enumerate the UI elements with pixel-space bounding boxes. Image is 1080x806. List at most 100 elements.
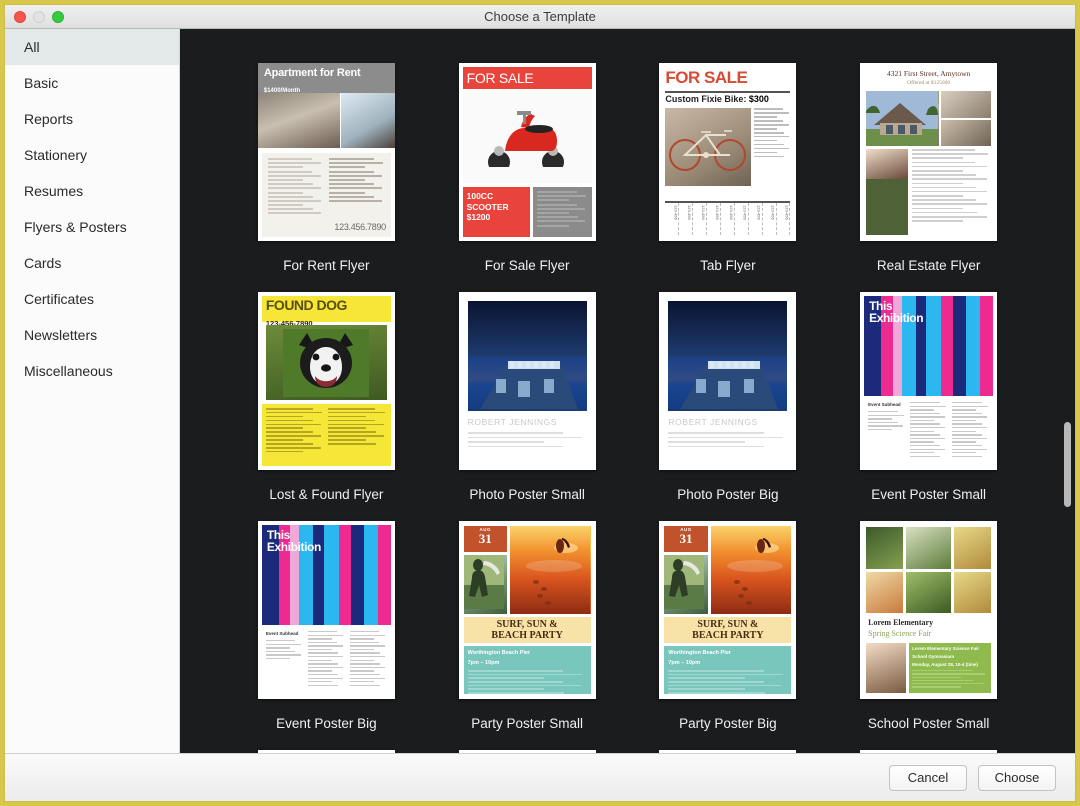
template-card[interactable]: FOR SALECustom Fixie Bike: $300123-45612… [628,63,829,292]
template-card[interactable]: ROBERT JENNINGSPhoto Poster Small [427,292,628,521]
template-card-partial[interactable] [628,750,829,753]
beach-sunset-photo [510,526,590,614]
science-photo [906,527,951,569]
science-photo [866,572,903,614]
tear-tab: 123-456 [721,203,735,235]
template-card[interactable]: ThisExhibition Event Subhead Event Poster … [828,292,1029,521]
template-headline: ThisExhibition [869,300,923,324]
template-thumbnail-partial[interactable] [459,750,596,753]
template-label: For Sale Flyer [485,258,570,273]
cancel-button[interactable]: Cancel [889,765,967,791]
sidebar-item-resumes[interactable]: Resumes [5,173,179,209]
sidebar-item-label: Resumes [24,183,83,199]
beach-photo [711,526,792,614]
template-thumbnail[interactable]: ThisExhibition Event Subhead [258,521,395,699]
sidebar-item-label: Newsletters [24,327,97,343]
science-photo [954,527,991,569]
template-card[interactable]: AUG31 SURF, SUN &BEACH PARTY Worthington B… [628,521,829,750]
body-text: Event Subhead [266,631,387,693]
bicycle-photo [665,108,751,186]
template-card[interactable]: FOUND DOG123-456-7890Lost & Found Flyer [226,292,427,521]
template-thumbnail[interactable]: FOR SALE 100CCSCOOTER$1200 [459,63,596,241]
template-thumbnail-partial[interactable] [258,750,395,753]
sidebar-item-label: Stationery [24,147,87,163]
template-thumbnail[interactable]: AUG31 SURF, SUN &BEACH PARTY Worthington B… [659,521,796,699]
dog-photo [283,329,369,397]
sidebar-item-reports[interactable]: Reports [5,101,179,137]
template-subhead: Event Subhead [868,402,905,407]
surfer-photo [464,555,507,614]
event-details: Worthington Beach Pier7pm – 10pm [464,646,591,694]
phone-number: 123.456.7890 [334,222,385,232]
sidebar-item-certificates[interactable]: Certificates [5,281,179,317]
sidebar-item-label: All [24,39,40,55]
science-photo [866,527,903,569]
body-text [262,404,391,466]
template-thumbnail[interactable]: Apartment for Rent$1400/Month 123.456.789… [258,63,395,241]
template-card[interactable]: ROBERT JENNINGSPhoto Poster Big [628,292,829,521]
template-thumbnail[interactable]: FOUND DOG123-456-7890 [258,292,395,470]
template-label: Real Estate Flyer [877,258,981,273]
sidebar-item-cards[interactable]: Cards [5,245,179,281]
template-card[interactable]: AUG31SURF, SUN &BEACH PARTYWorthington B… [427,521,628,750]
science-photo [954,572,991,614]
tear-tab: 123-456 [679,203,693,235]
template-thumbnail[interactable]: Lorem ElementarySpring Science FairLorem… [860,521,997,699]
template-label: Party Poster Small [471,716,583,731]
template-card[interactable]: Apartment for Rent$1400/Month 123.456.789… [226,63,427,292]
template-card[interactable]: Lorem ElementarySpring Science FairLorem… [828,521,1029,750]
template-gallery: Apartment for Rent$1400/Month 123.456.789… [180,29,1075,753]
template-headline: FOUND DOG123-456-7890 [262,296,391,322]
template-headline: SURF, SUN &BEACH PARTY [664,617,791,643]
template-card[interactable]: FOR SALE 100CCSCOOTER$1200 For Sale Flyer [427,63,628,292]
dialog-footer: Cancel Choose [5,753,1075,801]
template-thumbnail[interactable]: 4321 First Street, AmytownOffered at $12… [860,63,997,241]
template-card[interactable]: 4321 First Street, AmytownOffered at $12… [828,63,1029,292]
template-thumbnail[interactable]: ROBERT JENNINGS [659,292,796,470]
price-caption: 100CCSCOOTER$1200 [463,187,530,237]
sidebar-item-miscellaneous[interactable]: Miscellaneous [5,353,179,389]
sidebar-item-label: Basic [24,75,58,91]
template-thumbnail[interactable]: ThisExhibition Event Subhead [860,292,997,470]
gallery-scrollbar[interactable] [1064,37,1071,745]
sidebar-item-basic[interactable]: Basic [5,65,179,101]
body-text: Event Subhead [868,402,989,464]
choose-button[interactable]: Choose [978,765,1056,791]
event-date: AUG31 [664,526,707,552]
template-headline: Apartment for Rent$1400/Month [258,63,395,93]
caption-text [668,432,787,450]
sidebar-item-all[interactable]: All [5,29,179,65]
interior-photo-1 [941,91,992,118]
template-subhead: Event Subhead [266,631,303,636]
template-thumbnail-partial[interactable] [860,750,997,753]
template-card-partial[interactable] [226,750,427,753]
template-thumbnail[interactable]: AUG31SURF, SUN &BEACH PARTYWorthington B… [459,521,596,699]
template-card-partial[interactable] [427,750,628,753]
surfer-photo [664,555,707,614]
tear-tab: 123-456 [693,203,707,235]
template-label: Event Poster Small [871,487,986,502]
sidebar-item-stationery[interactable]: Stationery [5,137,179,173]
surfer-silhouette [464,555,504,609]
sidebar-item-flyers-posters[interactable]: Flyers & Posters [5,209,179,245]
category-sidebar: All Basic Reports Stationery Resumes Flyers &… [5,29,180,753]
template-label: School Poster Small [868,716,990,731]
agent-photo [866,149,908,179]
scrollbar-thumb[interactable] [1064,422,1071,507]
bicycle-illustration [668,121,748,173]
template-headline: ThisExhibition [267,529,321,553]
template-label: For Rent Flyer [283,258,369,273]
template-thumbnail[interactable]: ROBERT JENNINGS [459,292,596,470]
sidebar-item-label: Flyers & Posters [24,219,127,235]
template-thumbnail-partial[interactable] [659,750,796,753]
beach-photo [510,526,591,614]
template-headline: FOR SALE [463,67,592,89]
tear-tab-row: 123-456123-456123-456123-456123-456123-4… [665,201,790,235]
template-card[interactable]: ThisExhibitionEvent SubheadEvent Poster … [226,521,427,750]
template-thumbnail[interactable]: FOR SALECustom Fixie Bike: $300123-45612… [659,63,796,241]
sidebar-item-newsletters[interactable]: Newsletters [5,317,179,353]
tear-tab: 123-456 [749,203,763,235]
event-details: Worthington Beach Pier7pm – 10pm [664,646,791,694]
template-card-partial[interactable] [828,750,1029,753]
spec-list [754,108,790,160]
